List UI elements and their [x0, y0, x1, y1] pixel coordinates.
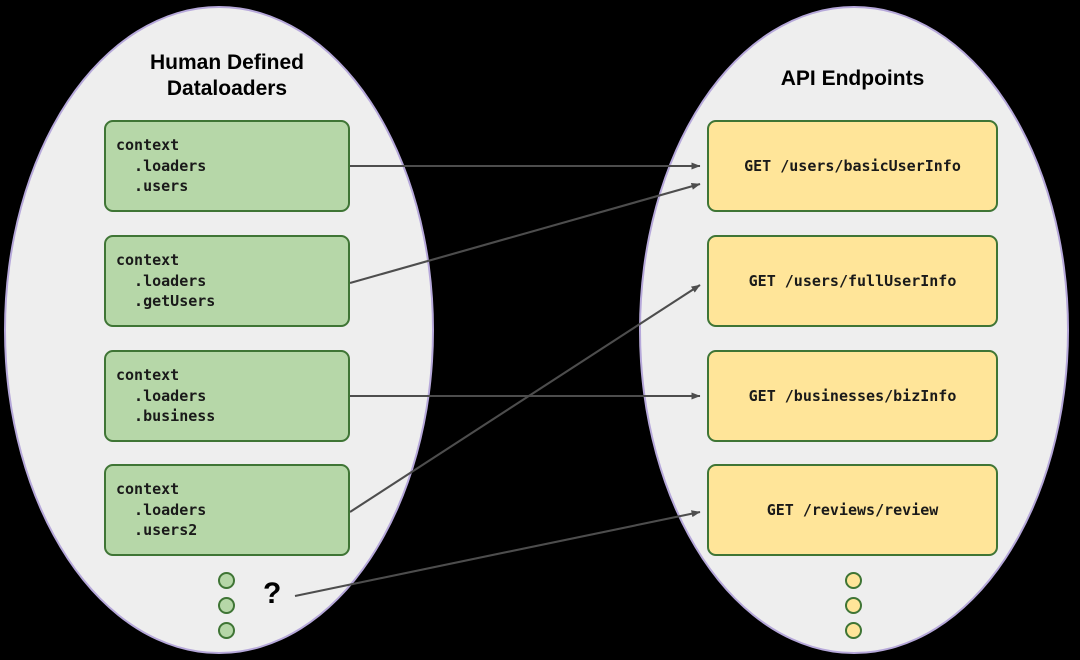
unknown-mapping-question-mark: ?	[263, 577, 282, 610]
ellipsis-dot	[218, 622, 235, 639]
diagram-canvas: Human Defined Dataloaders API Endpoints c…	[0, 0, 1080, 660]
ellipsis-dot	[218, 572, 235, 589]
endpoint-node-basicuserinfo[interactable]: GET /users/basicUserInfo	[707, 120, 998, 212]
loader-node-getusers-text: context .loaders .getUsers	[116, 251, 216, 311]
loader-node-business[interactable]: context .loaders .business	[104, 350, 350, 442]
endpoint-node-fulluserinfo-label: GET /users/fullUserInfo	[748, 271, 957, 290]
endpoint-node-review[interactable]: GET /reviews/review	[707, 464, 998, 556]
loader-node-users2-text: context .loaders .users2	[116, 480, 207, 540]
loader-node-users2[interactable]: context .loaders .users2	[104, 464, 350, 556]
endpoint-node-basicuserinfo-label: GET /users/basicUserInfo	[744, 156, 961, 175]
dataloaders-ellipsis-dots	[218, 572, 235, 639]
endpoint-node-review-label: GET /reviews/review	[766, 500, 939, 519]
group-ellipse-api-endpoints	[639, 6, 1069, 654]
loader-node-users-text: context .loaders .users	[116, 136, 207, 196]
endpoint-node-bizinfo-label: GET /businesses/bizInfo	[748, 386, 957, 405]
group-ellipse-dataloaders	[4, 6, 434, 654]
ellipsis-dot	[845, 572, 862, 589]
loader-node-users[interactable]: context .loaders .users	[104, 120, 350, 212]
endpoints-ellipsis-dots	[845, 572, 862, 639]
endpoint-node-bizinfo[interactable]: GET /businesses/bizInfo	[707, 350, 998, 442]
ellipsis-dot	[218, 597, 235, 614]
loader-node-getusers[interactable]: context .loaders .getUsers	[104, 235, 350, 327]
ellipsis-dot	[845, 597, 862, 614]
ellipsis-dot	[845, 622, 862, 639]
loader-node-business-text: context .loaders .business	[116, 366, 216, 426]
group-title-dataloaders-line1: Human Defined	[149, 51, 304, 74]
group-title-dataloaders: Human Defined Dataloaders	[104, 50, 350, 102]
group-title-api-endpoints: API Endpoints	[780, 67, 925, 90]
group-title-dataloaders-line2: Dataloaders	[166, 77, 288, 100]
endpoint-node-fulluserinfo[interactable]: GET /users/fullUserInfo	[707, 235, 998, 327]
